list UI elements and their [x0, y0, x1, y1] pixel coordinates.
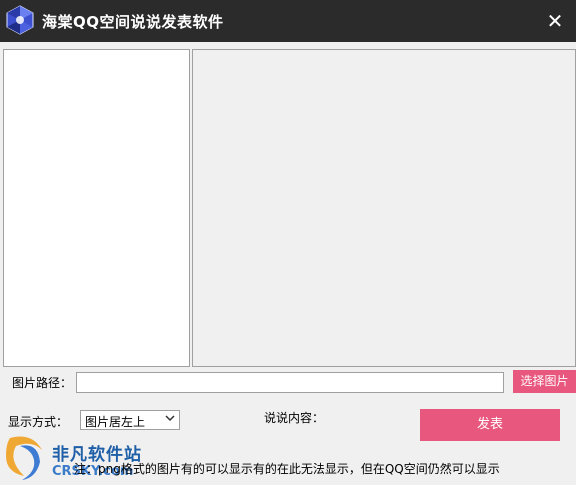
crystal-gem-icon [4, 4, 36, 36]
post-button[interactable]: 发表 [420, 409, 560, 441]
title-bar: 海棠QQ空间说说发表软件 ✕ [0, 0, 576, 42]
window-title: 海棠QQ空间说说发表软件 [42, 13, 224, 31]
png-note: 注：png格式的图片有的可以显示有的在此无法显示，但在QQ空间仍然可以显示 [74, 462, 500, 476]
chevron-down-icon[interactable] [161, 411, 179, 429]
image-path-label: 图片路径： [12, 376, 73, 390]
image-path-input[interactable] [76, 372, 504, 393]
display-mode-label: 显示方式： [8, 415, 69, 429]
display-mode-value: 图片居左上 [85, 415, 146, 429]
image-preview-panel [192, 49, 576, 367]
main-content: 图片路径： 选择图片 显示方式： 图片居左上 说说内容： 发表 非凡软件站 CR… [0, 42, 576, 485]
display-mode-select[interactable]: 图片居左上 [80, 410, 180, 430]
content-label: 说说内容： [264, 411, 325, 425]
file-list-panel[interactable] [3, 49, 190, 367]
close-icon[interactable]: ✕ [544, 10, 566, 32]
choose-image-button[interactable]: 选择图片 [513, 370, 576, 393]
